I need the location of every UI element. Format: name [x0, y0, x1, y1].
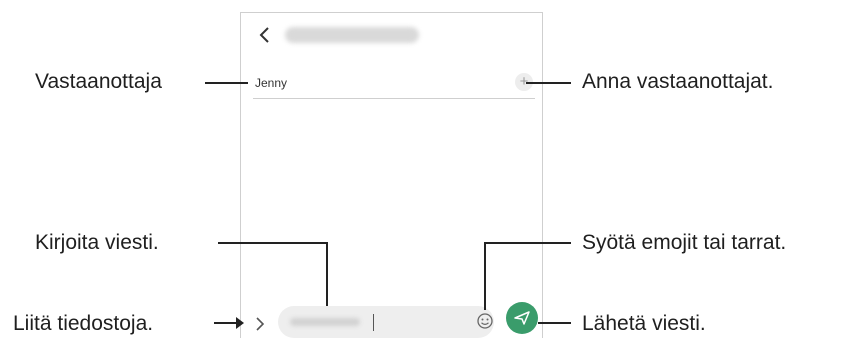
callout-attach-files: Liitä tiedostoja.	[13, 312, 154, 335]
callout-recipient: Vastaanottaja	[35, 70, 162, 93]
leader-line-emoji-v	[484, 242, 486, 310]
leader-arrow-attach-files	[236, 317, 244, 329]
leader-line-recipient	[205, 82, 248, 84]
callout-send-message: Lähetä viesti.	[582, 312, 706, 335]
leader-line-send-message	[538, 322, 571, 324]
text-cursor	[373, 314, 374, 331]
callout-write-message: Kirjoita viesti.	[35, 231, 159, 254]
phone-screen: Jenny +	[240, 12, 543, 338]
leader-line-add-recipients	[526, 82, 571, 84]
leader-line-write-message-h	[218, 242, 328, 244]
callout-add-recipients: Anna vastaanottajat.	[582, 70, 774, 93]
send-icon	[514, 311, 530, 325]
back-arrow-icon[interactable]	[257, 25, 273, 45]
emoji-icon[interactable]	[476, 312, 494, 330]
send-button[interactable]	[506, 302, 538, 334]
callout-emoji-stickers: Syötä emojit tai tarrat.	[582, 231, 787, 254]
expand-icon[interactable]	[254, 314, 266, 334]
leader-line-emoji-h	[484, 242, 571, 244]
leader-line-write-message-v	[326, 242, 328, 306]
message-input[interactable]	[278, 306, 494, 338]
recipient-name: Jenny	[255, 76, 288, 90]
conversation-title-blurred	[285, 27, 419, 43]
leader-line-attach-files	[214, 322, 238, 324]
message-placeholder-blurred	[290, 318, 360, 326]
recipient-field[interactable]: Jenny +	[253, 71, 535, 99]
